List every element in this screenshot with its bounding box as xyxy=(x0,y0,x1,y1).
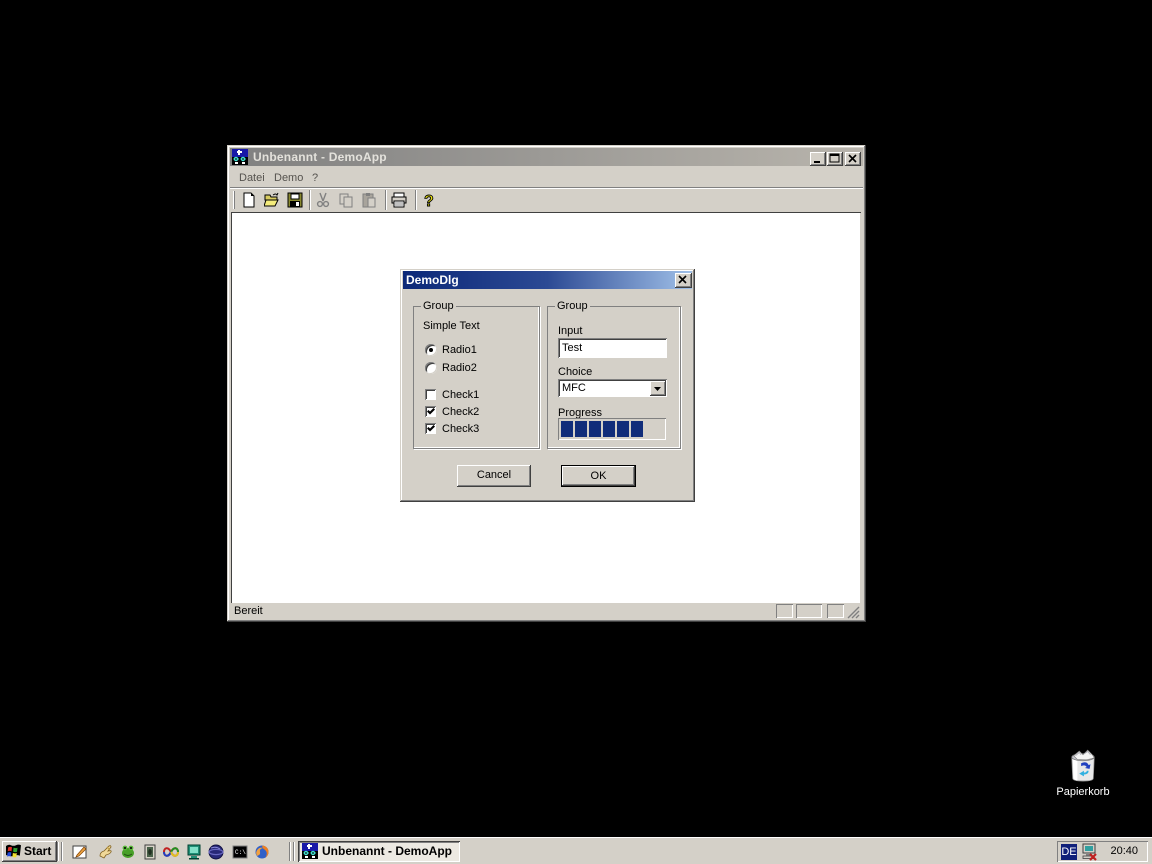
svg-text:?: ? xyxy=(424,193,434,208)
svg-text:C:\: C:\ xyxy=(235,849,246,856)
